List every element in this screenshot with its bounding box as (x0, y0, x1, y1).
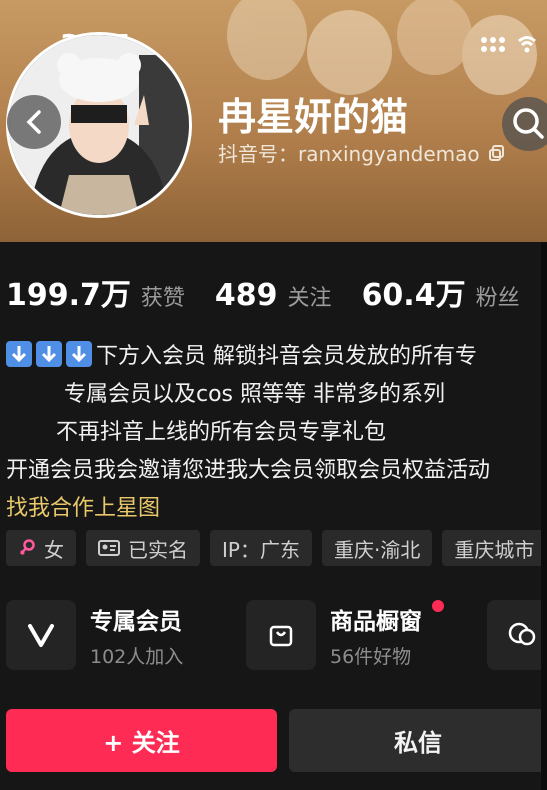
product-showcase-subtitle: 56件好物 (330, 645, 412, 668)
profile-nickname: 冉星妍的猫 (218, 95, 409, 139)
exclusive-member-card[interactable]: 专属会员 102人加入 (6, 600, 230, 670)
bio-line-1: 下方入会员 解锁抖音会员发放的所有专 (6, 338, 547, 376)
follow-button[interactable]: + 关注 (6, 709, 277, 772)
profile-bio: 下方入会员 解锁抖音会员发放的所有专 专属会员以及cos 照等等 非常多的系列 … (6, 338, 547, 528)
feature-cards: 专属会员 102人加入 商品橱窗 56件好物 (6, 600, 547, 670)
following-count[interactable]: 489 (215, 278, 278, 313)
message-button[interactable]: 私信 (289, 709, 547, 772)
douyin-id: 抖音号：ranxingyandemao (218, 142, 480, 166)
following-label[interactable]: 关注 (288, 280, 332, 312)
shopping-bag-icon (246, 600, 316, 670)
exclusive-member-title: 专属会员 (90, 608, 182, 635)
back-button[interactable] (7, 95, 61, 149)
notification-dot (432, 600, 444, 612)
status-icons (481, 34, 537, 54)
profile-header: 3:07 冉星妍的猫 抖音号：ranxingyandemao (0, 0, 547, 242)
v-icon (6, 600, 76, 670)
ip-tag: IP：广东 (210, 530, 312, 566)
likes-count: 199.7万 (6, 278, 131, 313)
signal-icon (481, 36, 505, 52)
verified-text: 已实名 (128, 537, 188, 562)
female-icon (20, 539, 35, 555)
verified-tag: 已实名 (86, 530, 200, 566)
douyin-id-row[interactable]: 抖音号：ranxingyandemao (218, 138, 506, 167)
id-card-icon (98, 540, 120, 556)
location-text: 重庆·渝北 (333, 537, 421, 562)
chevron-left-icon (26, 110, 41, 134)
location-tag: 重庆·渝北 (321, 530, 433, 566)
star-map-link[interactable]: 找我合作上星图 (6, 490, 547, 528)
down-arrow-icon (6, 341, 32, 367)
copy-icon[interactable] (488, 144, 506, 162)
city-tag: 重庆城市 (442, 530, 547, 566)
exclusive-member-subtitle: 102人加入 (90, 645, 184, 668)
wifi-icon (518, 36, 536, 53)
search-button[interactable] (502, 97, 547, 151)
chat-icon (487, 600, 547, 670)
bio-line-1-text: 下方入会员 解锁抖音会员发放的所有专 (96, 344, 477, 369)
city-text: 重庆城市 (454, 537, 535, 562)
profile-tags: 女 已实名 IP：广东 重庆·渝北 重庆城市 (6, 530, 547, 566)
group-chat-card[interactable] (487, 600, 547, 670)
ip-text: IP：广东 (222, 537, 300, 562)
bio-line-4: 开通会员我会邀请您进我大会员领取会员权益活动 (6, 458, 491, 483)
down-arrow-icon (66, 341, 92, 367)
profile-stats: 199.7万 获赞 489 关注 60.4万 粉丝 (6, 270, 520, 314)
gender-text: 女 (44, 537, 64, 562)
gender-tag: 女 (6, 530, 76, 566)
bio-line-3: 不再抖音上线的所有会员专享礼包 (56, 420, 387, 445)
screen-edge (541, 242, 547, 790)
search-icon (513, 108, 544, 139)
followers-label[interactable]: 粉丝 (476, 280, 520, 312)
product-showcase-title: 商品橱窗 (330, 608, 422, 635)
bio-line-2: 专属会员以及cos 照等等 非常多的系列 (64, 382, 446, 407)
followers-count[interactable]: 60.4万 (362, 270, 466, 314)
down-arrow-icon (36, 341, 62, 367)
likes-label: 获赞 (140, 286, 185, 311)
product-showcase-card[interactable]: 商品橱窗 56件好物 (246, 600, 471, 670)
